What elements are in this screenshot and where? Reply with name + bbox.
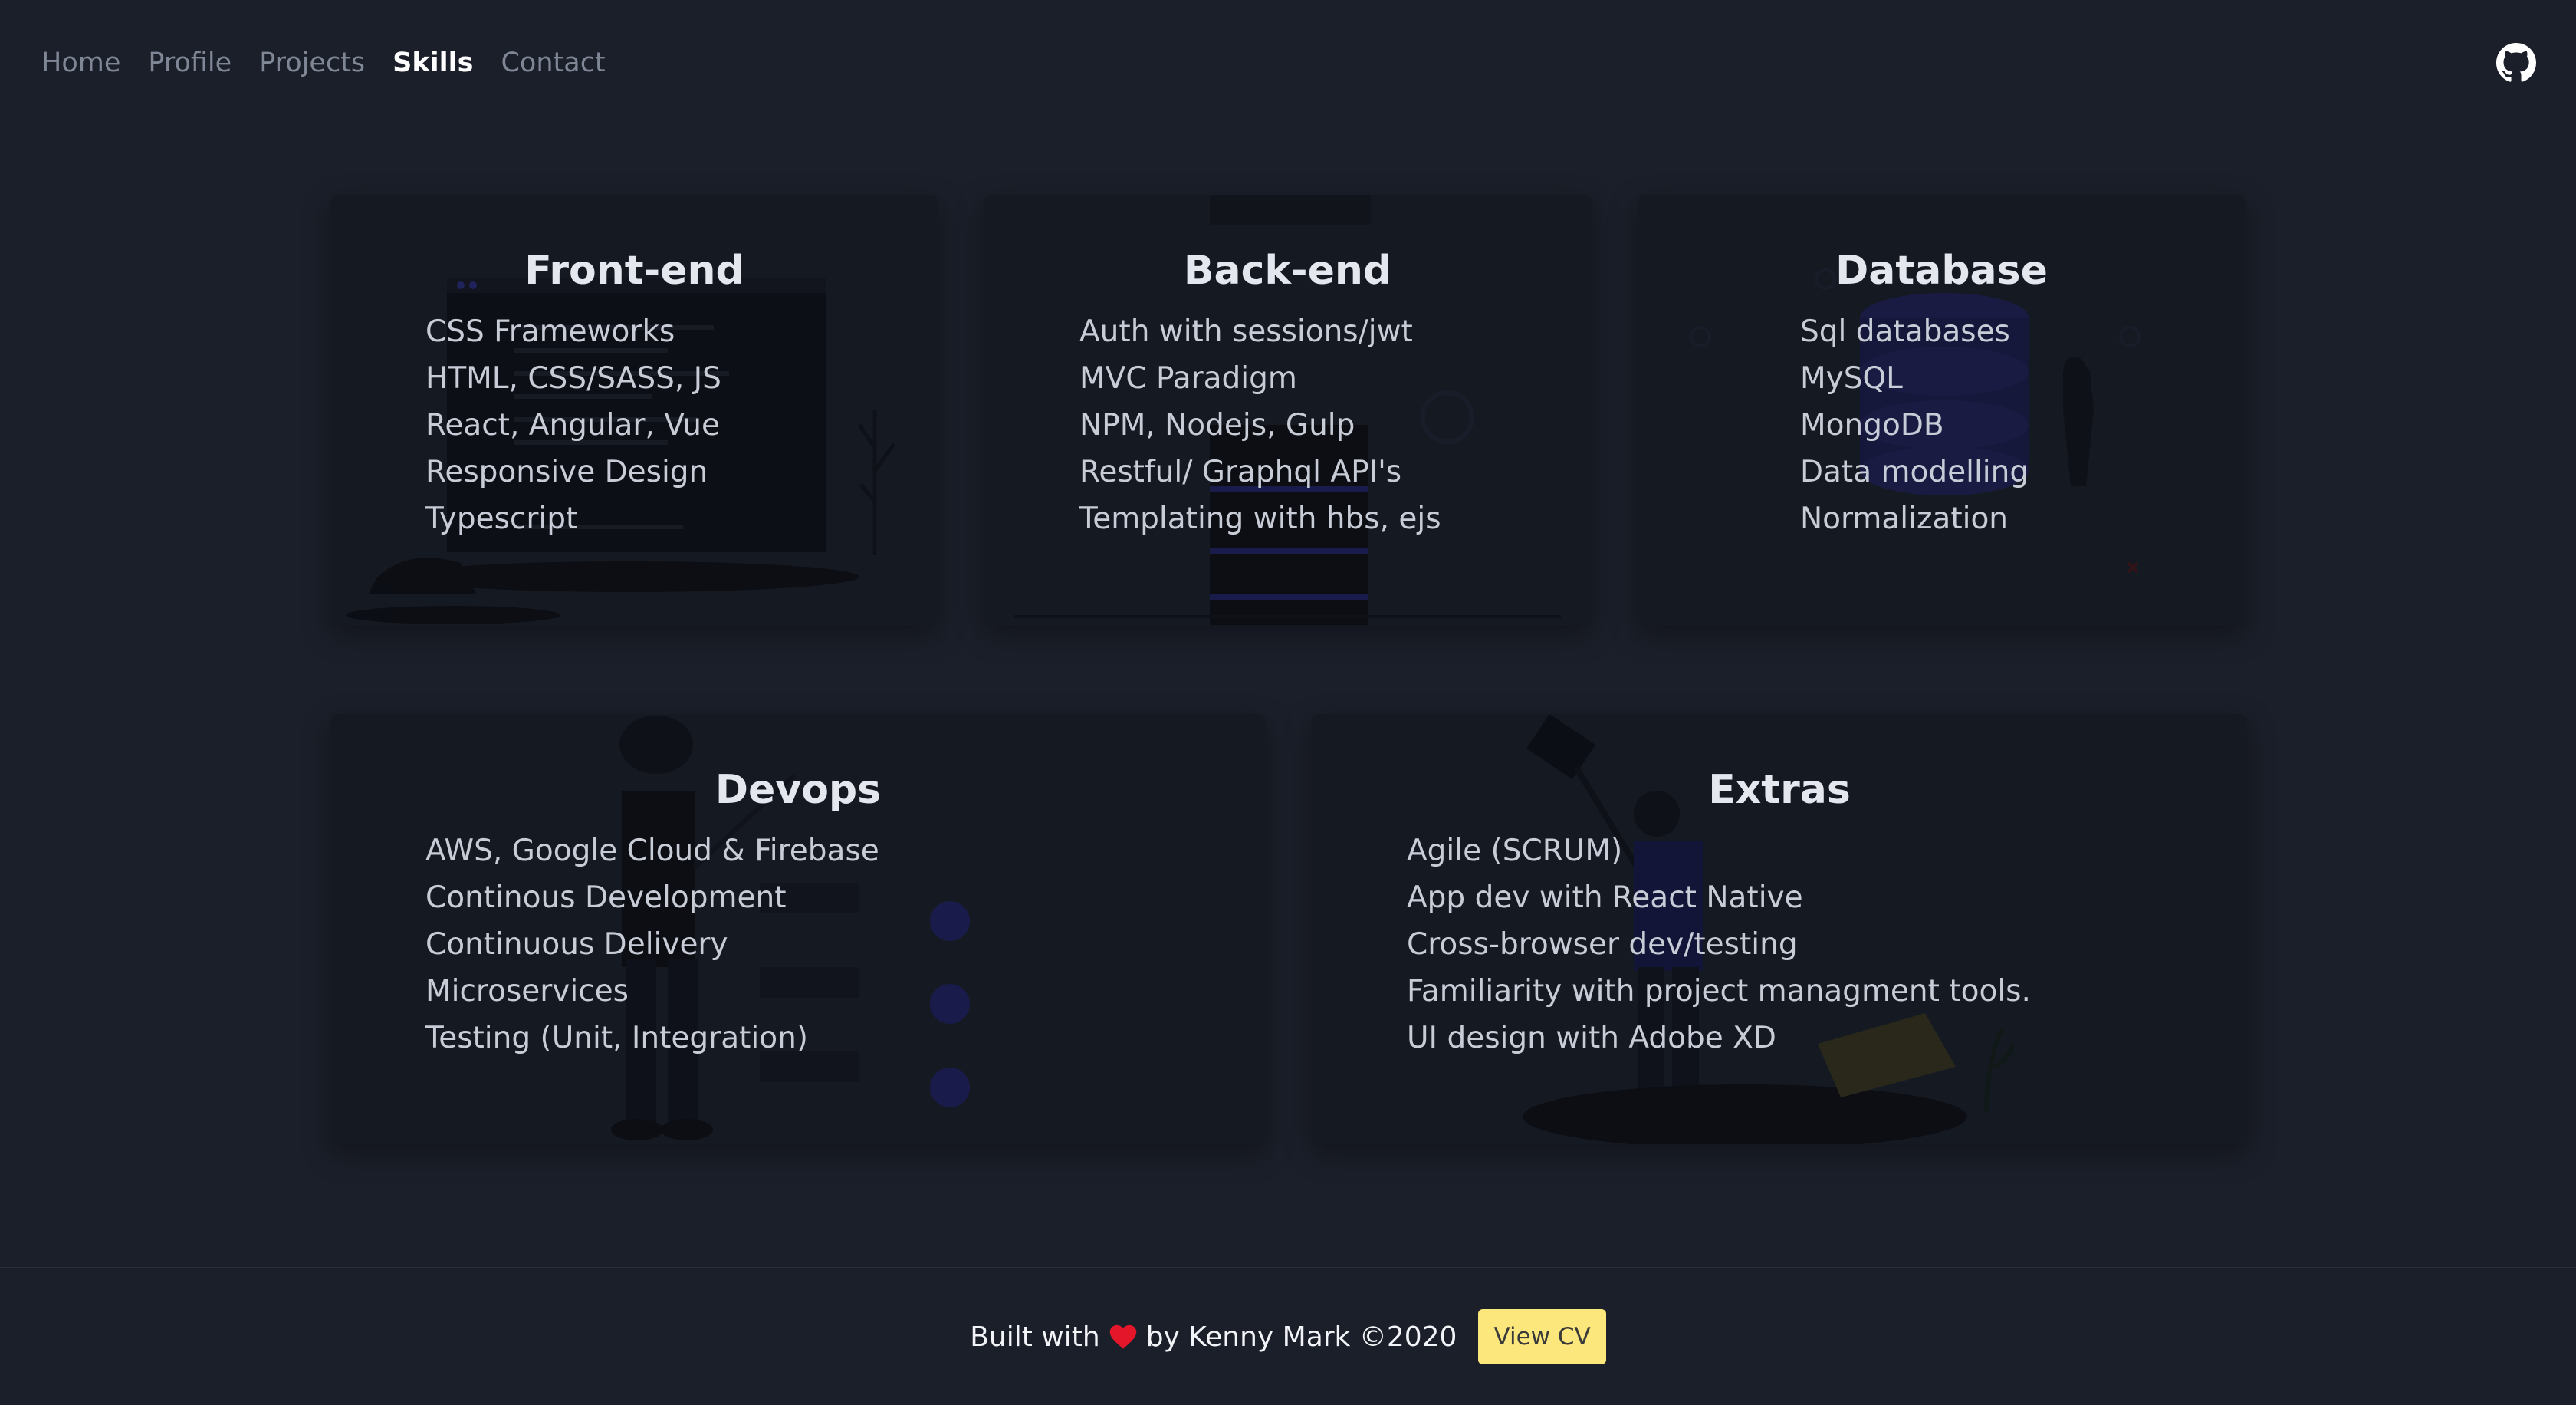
list-item: MySQL xyxy=(1800,361,1903,396)
list-item: NPM, Nodejs, Gulp xyxy=(1079,408,1355,443)
list-item: App dev with React Native xyxy=(1407,880,1803,915)
skill-list: AWS, Google Cloud & Firebase Continous D… xyxy=(426,828,879,1061)
nav-link-profile[interactable]: Profile xyxy=(148,48,232,78)
nav-links: Home Profile Projects Skills Contact xyxy=(41,48,633,78)
list-item: Sql databases xyxy=(1800,314,2010,349)
list-item: Agile (SCRUM) xyxy=(1407,834,1623,868)
skill-list: Auth with sessions/jwt MVC Paradigm NPM,… xyxy=(1079,308,1441,542)
list-item: Responsive Design xyxy=(426,455,708,489)
top-nav: Home Profile Projects Skills Contact xyxy=(0,0,2576,126)
list-item: MongoDB xyxy=(1800,408,1944,443)
list-item: Microservices xyxy=(426,974,629,1009)
github-icon[interactable] xyxy=(2496,43,2536,83)
footer: Built with by Kenny Mark ©2020 View CV xyxy=(0,1267,2576,1405)
list-item: Cross-browser dev/testing xyxy=(1407,927,1798,962)
list-item: AWS, Google Cloud & Firebase xyxy=(426,834,879,868)
footer-credit: Built with by Kenny Mark ©2020 xyxy=(970,1321,1457,1353)
list-item: MVC Paradigm xyxy=(1079,361,1297,396)
list-item: HTML, CSS/SASS, JS xyxy=(426,361,721,396)
footer-built-with: Built with xyxy=(970,1321,1100,1353)
heart-icon xyxy=(1109,1324,1136,1349)
list-item: Restful/ Graphql API's xyxy=(1079,455,1402,489)
list-item: Continuous Delivery xyxy=(426,927,728,962)
card-title: Front-end xyxy=(524,248,744,294)
skill-list: Sql databases MySQL MongoDB Data modelli… xyxy=(1800,308,2029,542)
card-title: Extras xyxy=(1708,767,1851,814)
nav-link-home[interactable]: Home xyxy=(41,48,120,78)
skill-card-extras: Extras Agile (SCRUM) App dev with React … xyxy=(1312,714,2247,1144)
skill-card-frontend: Front-end CSS Frameworks HTML, CSS/SASS,… xyxy=(330,195,938,625)
list-item: Auth with sessions/jwt xyxy=(1079,314,1413,349)
list-item: Continous Development xyxy=(426,880,787,915)
list-item: CSS Frameworks xyxy=(426,314,675,349)
list-item: Normalization xyxy=(1800,502,2009,536)
list-item: Data modelling xyxy=(1800,455,2029,489)
list-item: Familiarity with project managment tools… xyxy=(1407,974,2031,1009)
card-title: Back-end xyxy=(1183,248,1392,294)
skill-card-devops: Devops AWS, Google Cloud & Firebase Cont… xyxy=(330,714,1266,1144)
list-item: React, Angular, Vue xyxy=(426,408,720,443)
view-cv-button[interactable]: View CV xyxy=(1478,1309,1606,1364)
list-item: Templating with hbs, ejs xyxy=(1079,502,1441,536)
list-item: UI design with Adobe XD xyxy=(1407,1021,1776,1055)
skill-list: Agile (SCRUM) App dev with React Native … xyxy=(1407,828,2031,1061)
nav-link-contact[interactable]: Contact xyxy=(501,48,605,78)
list-item: Testing (Unit, Integration) xyxy=(426,1021,809,1055)
skill-list: CSS Frameworks HTML, CSS/SASS, JS React,… xyxy=(426,308,721,542)
skill-card-backend: Back-end Auth with sessions/jwt MVC Para… xyxy=(984,195,1592,625)
skill-card-database: Database Sql databases MySQL MongoDB Dat… xyxy=(1638,195,2246,625)
list-item: Typescript xyxy=(426,502,578,536)
nav-link-projects[interactable]: Projects xyxy=(259,48,365,78)
footer-author: by Kenny Mark ©2020 xyxy=(1145,1321,1457,1353)
card-title: Database xyxy=(1835,248,2048,294)
card-title: Devops xyxy=(715,767,882,814)
nav-link-skills[interactable]: Skills xyxy=(393,48,473,78)
